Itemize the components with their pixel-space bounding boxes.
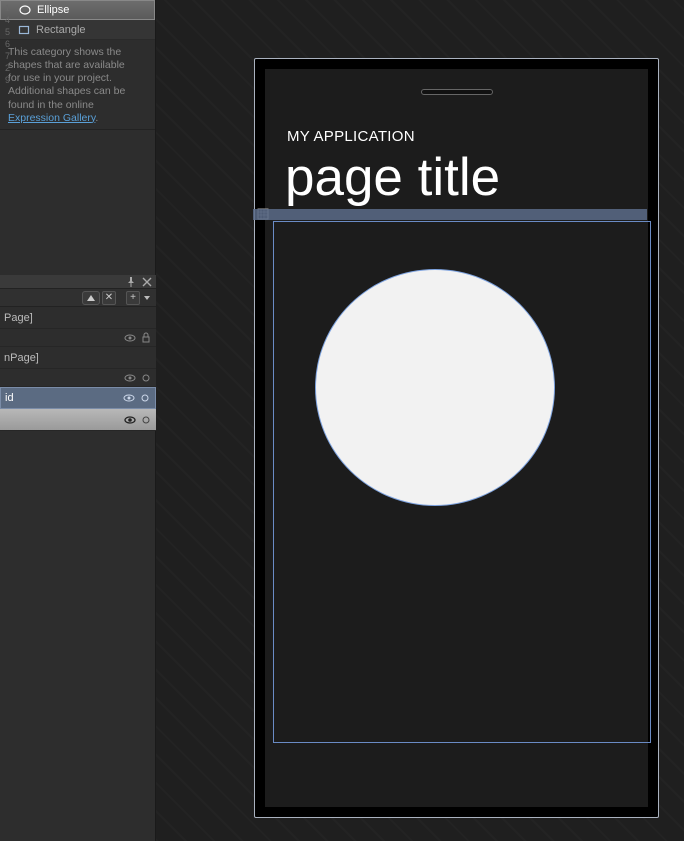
app-title: MY APPLICATION bbox=[287, 128, 415, 145]
close-button[interactable]: ✕ bbox=[102, 291, 116, 305]
shapes-list: 1 4 5 6 7 2 9 Ellipse Rectangle bbox=[0, 0, 155, 130]
shape-item-label: Rectangle bbox=[36, 24, 86, 36]
tree-row-label: Page] bbox=[4, 312, 33, 324]
eye-icon[interactable] bbox=[124, 414, 136, 426]
layout-guide-bar[interactable] bbox=[253, 209, 647, 220]
objects-panel: ✕ + Page] nPage] bbox=[0, 275, 156, 431]
phone-speaker bbox=[421, 89, 493, 95]
tree-row-label: nPage] bbox=[4, 352, 39, 364]
nav-up-button[interactable] bbox=[82, 291, 100, 305]
shape-item-label: Ellipse bbox=[37, 4, 69, 16]
record-dot-icon[interactable] bbox=[139, 392, 151, 404]
shape-item-rectangle[interactable]: Rectangle bbox=[0, 20, 155, 40]
eye-icon[interactable] bbox=[124, 332, 136, 344]
expression-gallery-link[interactable]: Expression Gallery bbox=[8, 112, 95, 124]
phone-device-frame: MY APPLICATION page title bbox=[254, 58, 659, 818]
objects-panel-tabstrip bbox=[0, 275, 156, 289]
shapes-help-text: This category shows the shapes that are … bbox=[0, 40, 155, 129]
rectangle-icon bbox=[18, 24, 30, 36]
tree-row-npage[interactable]: nPage] bbox=[0, 347, 156, 369]
tree-row-label: id bbox=[5, 392, 14, 404]
shape-item-ellipse[interactable]: Ellipse bbox=[0, 0, 155, 20]
panel-tab-handle[interactable] bbox=[0, 276, 12, 288]
record-dot-icon[interactable] bbox=[140, 414, 152, 426]
dropdown-button[interactable] bbox=[142, 291, 152, 305]
design-canvas[interactable]: MY APPLICATION page title bbox=[156, 0, 684, 841]
tree-row-npage-icons bbox=[0, 369, 156, 387]
add-button[interactable]: + bbox=[126, 291, 140, 305]
ellipse-shape[interactable] bbox=[315, 269, 555, 506]
ellipse-icon bbox=[19, 4, 31, 16]
eye-icon[interactable] bbox=[124, 372, 136, 384]
objects-panel-toolbar: ✕ + bbox=[0, 289, 156, 307]
tree-row-page-icons bbox=[0, 329, 156, 347]
tree-row-ellipse-object[interactable] bbox=[0, 409, 156, 431]
page-title: page title bbox=[285, 147, 500, 208]
eye-icon[interactable] bbox=[123, 392, 135, 404]
objects-tree: Page] nPage] id bbox=[0, 307, 156, 431]
pin-icon[interactable] bbox=[126, 277, 136, 287]
lock-icon[interactable] bbox=[140, 332, 152, 344]
tree-row-page[interactable]: Page] bbox=[0, 307, 156, 329]
record-dot-icon[interactable] bbox=[140, 372, 152, 384]
close-icon[interactable] bbox=[142, 277, 152, 287]
tree-row-grid[interactable]: id bbox=[0, 387, 156, 409]
left-pane: 1 4 5 6 7 2 9 Ellipse Rectangle bbox=[0, 0, 156, 841]
phone-screen: MY APPLICATION page title bbox=[265, 69, 648, 807]
